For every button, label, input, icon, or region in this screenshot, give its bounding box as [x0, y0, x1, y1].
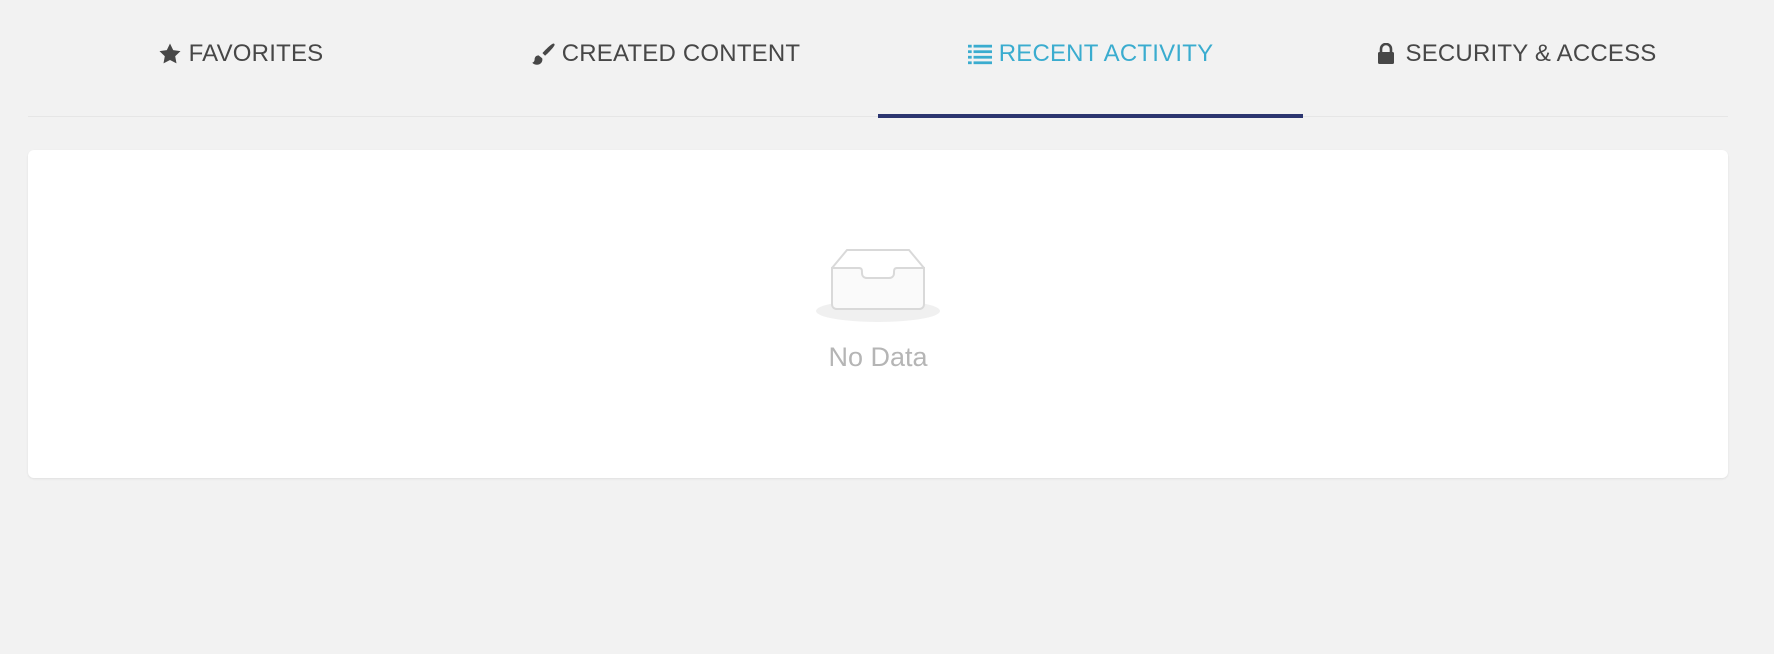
empty-state: No Data [28, 240, 1728, 373]
list-icon [967, 42, 992, 66]
tab-label: CREATED CONTENT [561, 40, 801, 67]
recent-activity-panel: No Data [28, 150, 1728, 478]
paintbrush-icon [531, 42, 555, 66]
tab-label: RECENT ACTIVITY [998, 40, 1214, 67]
empty-inbox-icon [816, 249, 940, 322]
tab-bar: FAVORITES CREATED CONTENT RECENT ACTIVIT [28, 0, 1728, 118]
tab-favorites[interactable]: FAVORITES [28, 0, 453, 117]
tab-label: SECURITY & ACCESS [1405, 40, 1657, 67]
lock-icon [1374, 42, 1398, 66]
tab-created-content[interactable]: CREATED CONTENT [453, 0, 878, 117]
empty-state-text: No Data [828, 342, 928, 372]
tab-security-access[interactable]: SECURITY & ACCESS [1303, 0, 1728, 117]
tab-label: FAVORITES [188, 40, 324, 67]
tab-recent-activity[interactable]: RECENT ACTIVITY [878, 0, 1303, 118]
star-icon [158, 42, 182, 66]
